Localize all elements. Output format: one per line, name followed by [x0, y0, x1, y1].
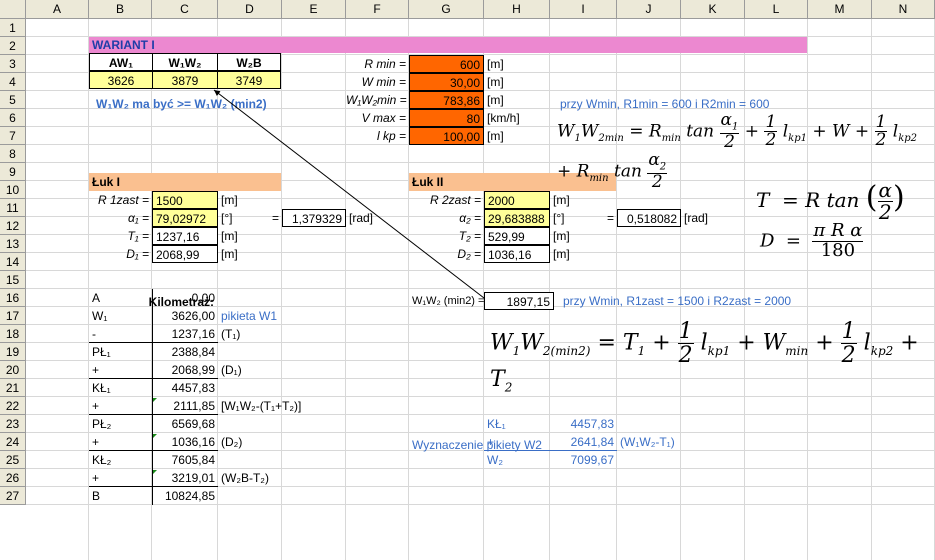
spreadsheet: ABCDEFGHIJKLMN 1 2 3 4 5 6 7 8 9 10 11 12 13 14 15 16 17… [0, 0, 935, 560]
formula-arc-length: D = π R α 180 [760, 220, 864, 261]
reference-arrow [213, 89, 485, 299]
formula-tangent: T = R tan (α 2) [756, 178, 905, 224]
formula-w1w2min2: W1W2(min2) = T1 + 12 lkp1 + Wmin + 12 lk… [490, 319, 919, 395]
